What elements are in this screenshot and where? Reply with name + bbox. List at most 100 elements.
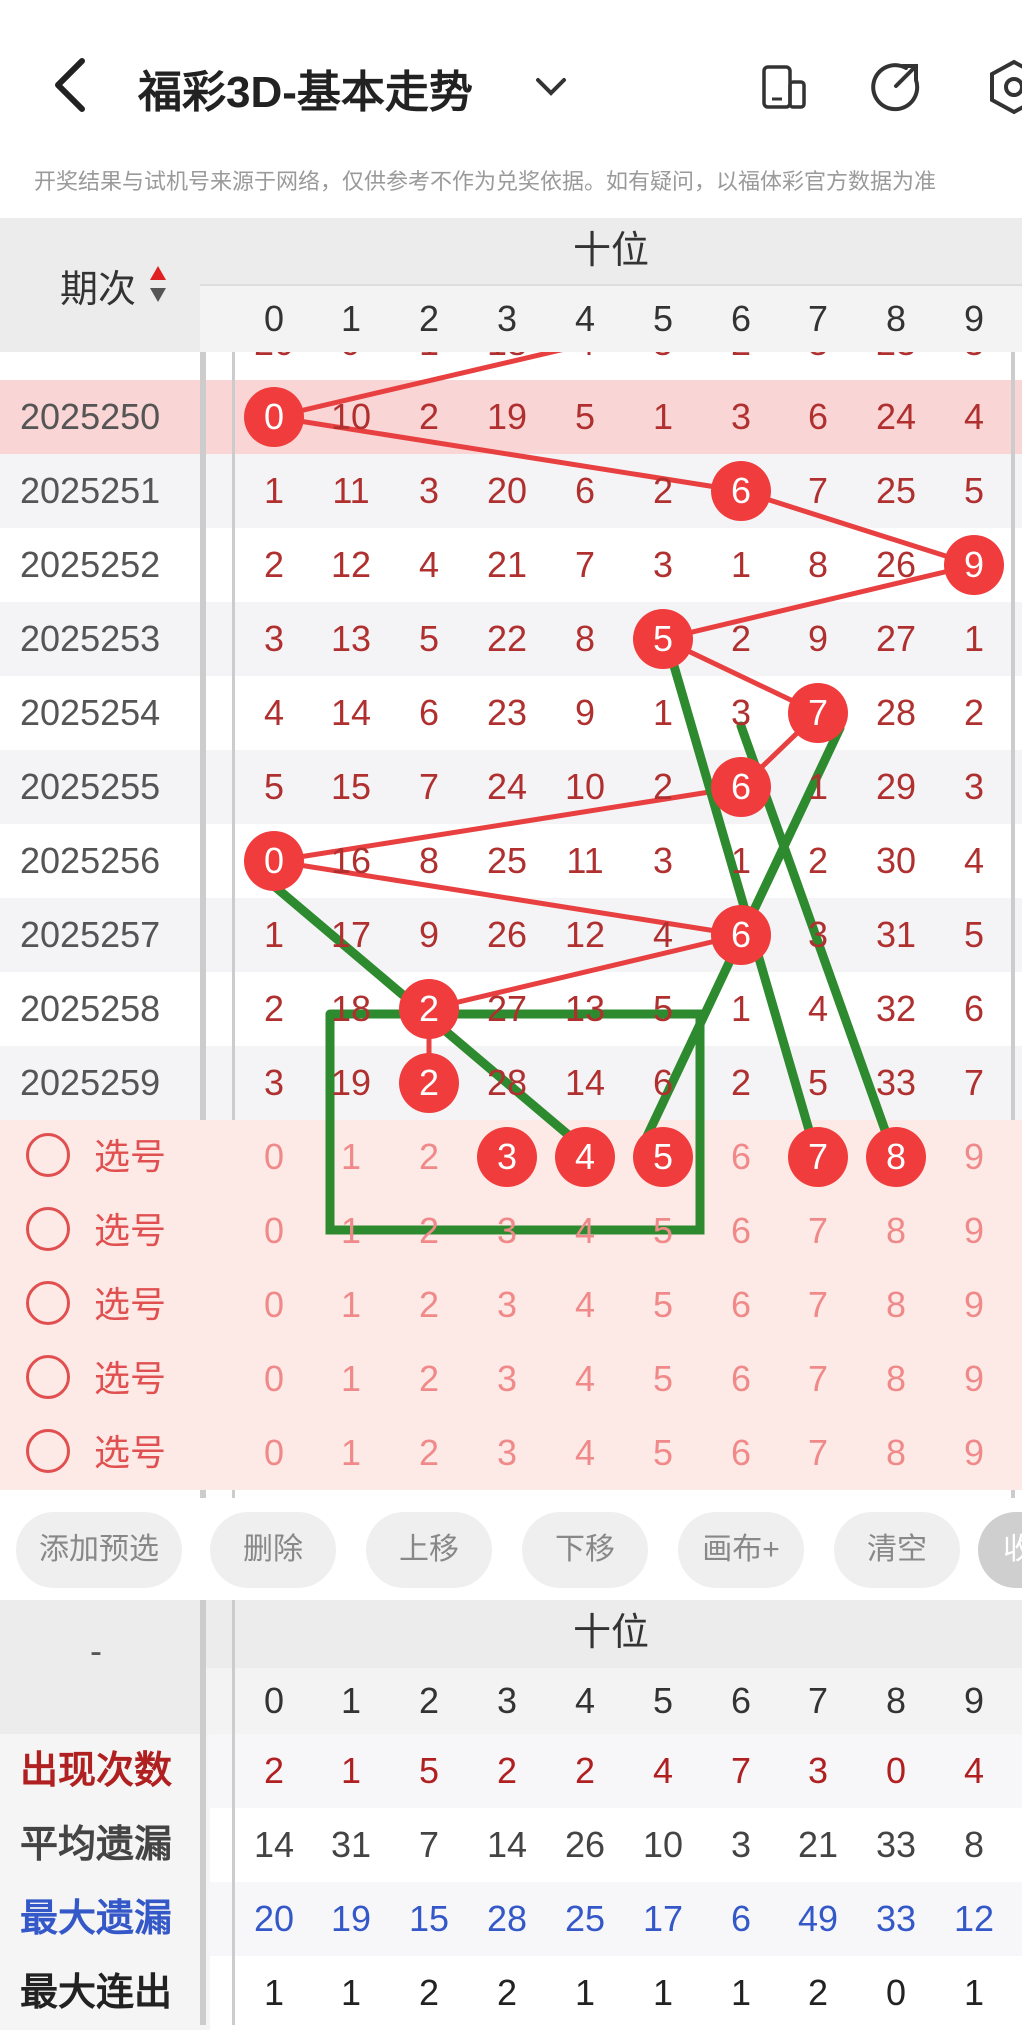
cell: 19 (486, 396, 528, 437)
select-digit[interactable]: 3 (468, 1416, 546, 1490)
select-digit[interactable]: 0 (235, 1194, 313, 1268)
select-digit[interactable]: 4 (546, 1416, 624, 1490)
winning-number-ball: 6 (711, 461, 771, 521)
select-digit[interactable]: 4 (546, 1194, 624, 1268)
action-button-0[interactable]: 添加预选 (16, 1512, 182, 1588)
select-digit[interactable]: 7 (779, 1416, 857, 1490)
select-radio[interactable] (26, 1207, 70, 1251)
cell: 5 (963, 470, 985, 511)
select-label[interactable]: 选号 (94, 1268, 166, 1342)
select-digit[interactable]: 8 (857, 1268, 935, 1342)
sort-icon[interactable] (148, 262, 168, 306)
select-radio[interactable] (26, 1281, 70, 1325)
select-digit[interactable]: 8 (857, 1342, 935, 1416)
stats-value: 6 (730, 1898, 752, 1939)
select-digit[interactable]: 9 (935, 1268, 1013, 1342)
winning-number-ball: 6 (711, 757, 771, 817)
select-digit[interactable]: 0 (235, 1120, 313, 1194)
select-digit[interactable]: 2 (390, 1342, 468, 1416)
cell: 10 (330, 396, 372, 437)
selected-number-ball[interactable]: 4 (555, 1127, 615, 1187)
stats-value: 7 (730, 1750, 752, 1791)
select-digit[interactable]: 7 (779, 1194, 857, 1268)
period-cell: 2025250 (20, 396, 161, 437)
action-button-3[interactable]: 下移 (522, 1512, 648, 1588)
stats-column-divider (200, 1600, 206, 2025)
stats-value: 14 (253, 1824, 295, 1865)
select-digit[interactable]: 7 (779, 1268, 857, 1342)
stats-value: 0 (885, 1750, 907, 1791)
digit-header-7: 7 (807, 298, 829, 339)
select-radio[interactable] (26, 1355, 70, 1399)
select-label[interactable]: 选号 (94, 1194, 166, 1268)
select-digit[interactable]: 9 (935, 1120, 1013, 1194)
select-digit[interactable]: 1 (312, 1342, 390, 1416)
select-digit[interactable]: 2 (390, 1416, 468, 1490)
stats-value: 2 (263, 1750, 285, 1791)
selected-number-ball[interactable]: 5 (633, 1127, 693, 1187)
select-digit[interactable]: 9 (935, 1342, 1013, 1416)
select-digit[interactable]: 8 (857, 1194, 935, 1268)
select-digit[interactable]: 6 (702, 1342, 780, 1416)
select-label[interactable]: 选号 (94, 1416, 166, 1490)
period-cell: 2025253 (20, 618, 161, 659)
select-digit[interactable]: 0 (235, 1268, 313, 1342)
select-label[interactable]: 选号 (94, 1120, 166, 1194)
select-radio[interactable] (26, 1133, 70, 1177)
select-digit[interactable]: 3 (468, 1194, 546, 1268)
select-digit[interactable]: 7 (779, 1342, 857, 1416)
action-button-4[interactable]: 画布+ (678, 1512, 804, 1588)
select-digit[interactable]: 6 (702, 1120, 780, 1194)
select-digit[interactable]: 9 (935, 1416, 1013, 1490)
cell: 5 (963, 914, 985, 955)
select-digit[interactable]: 1 (312, 1416, 390, 1490)
selected-number-ball[interactable]: 8 (866, 1127, 926, 1187)
select-digit[interactable]: 5 (624, 1416, 702, 1490)
select-digit[interactable]: 9 (935, 1194, 1013, 1268)
share-icon[interactable] (870, 60, 924, 114)
select-digit[interactable]: 5 (624, 1194, 702, 1268)
winning-number-ball: 6 (711, 905, 771, 965)
period-header[interactable]: 期次 (60, 258, 136, 313)
select-digit[interactable]: 2 (390, 1194, 468, 1268)
stats-value: 26 (564, 1824, 606, 1865)
select-digit[interactable]: 6 (702, 1416, 780, 1490)
select-digit[interactable]: 5 (624, 1268, 702, 1342)
select-label[interactable]: 选号 (94, 1342, 166, 1416)
select-radio[interactable] (26, 1429, 70, 1473)
select-digit[interactable]: 2 (390, 1120, 468, 1194)
select-digit[interactable]: 6 (702, 1268, 780, 1342)
select-digit[interactable]: 3 (468, 1342, 546, 1416)
select-digit[interactable]: 5 (624, 1342, 702, 1416)
selected-number-ball[interactable]: 7 (788, 1127, 848, 1187)
select-digit[interactable]: 0 (235, 1416, 313, 1490)
select-digit[interactable]: 4 (546, 1342, 624, 1416)
action-button-1[interactable]: 删除 (210, 1512, 336, 1588)
select-digit[interactable]: 2 (390, 1268, 468, 1342)
stats-value: 49 (797, 1898, 839, 1939)
cell: 6 (963, 988, 985, 1029)
select-digit[interactable]: 1 (312, 1268, 390, 1342)
cell: 13 (330, 618, 372, 659)
cell: 3 (963, 766, 985, 807)
chevron-down-icon[interactable] (528, 70, 574, 104)
select-digit[interactable]: 1 (312, 1120, 390, 1194)
device-icon[interactable] (758, 62, 808, 112)
select-digit[interactable]: 8 (857, 1416, 935, 1490)
cell: 2 (652, 766, 674, 807)
settings-icon[interactable] (984, 58, 1022, 116)
group-header-tens: 十位 (572, 230, 649, 272)
select-digit[interactable]: 1 (312, 1194, 390, 1268)
action-button-5[interactable]: 清空 (834, 1512, 960, 1588)
select-digit[interactable]: 0 (235, 1342, 313, 1416)
back-arrow-icon[interactable] (50, 55, 90, 115)
cell: 16 (330, 840, 372, 881)
select-digit[interactable]: 4 (546, 1268, 624, 1342)
selected-number-ball[interactable]: 3 (477, 1127, 537, 1187)
action-button-2[interactable]: 上移 (366, 1512, 492, 1588)
cell: 4 (963, 840, 985, 881)
period-cell: 2025252 (20, 544, 161, 585)
select-digit[interactable]: 3 (468, 1268, 546, 1342)
select-digit[interactable]: 6 (702, 1194, 780, 1268)
cell: 1 (807, 766, 829, 807)
